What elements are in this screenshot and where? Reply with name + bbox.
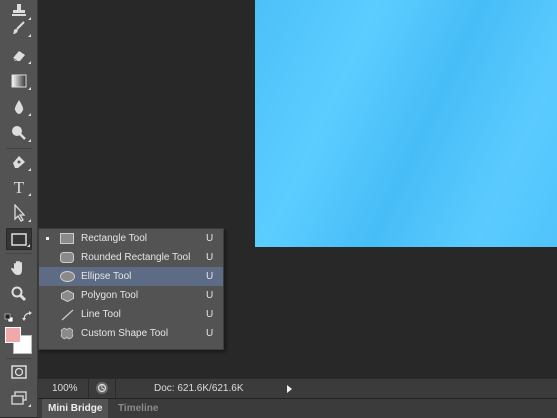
rectangle-shape-icon <box>59 231 75 246</box>
custom-shape-icon <box>59 326 75 341</box>
rounded-rectangle-icon <box>59 250 75 265</box>
status-bar: 100% Doc: 621.6K/621.6K <box>38 378 557 398</box>
dodge-icon <box>12 126 26 140</box>
status-info-icon[interactable] <box>96 382 108 394</box>
eraser-tool[interactable] <box>6 44 32 66</box>
menu-item-line-tool[interactable]: Line Tool U <box>39 305 223 324</box>
gradient-icon <box>11 74 27 88</box>
status-menu-arrow-icon[interactable] <box>282 381 296 396</box>
tab-mini-bridge[interactable]: Mini Bridge <box>42 399 109 418</box>
zoom-tool[interactable] <box>6 283 32 305</box>
shape-tools-flyout-menu: Rectangle Tool U Rounded Rectangle Tool … <box>38 228 224 350</box>
rectangle-icon <box>11 232 27 246</box>
tools-panel: T <box>0 0 38 417</box>
default-colors-icon[interactable] <box>4 310 14 323</box>
pen-icon <box>13 156 25 168</box>
screen-mode-button[interactable] <box>6 387 32 409</box>
arrow-icon <box>14 204 26 222</box>
menu-item-label: Custom Shape Tool <box>81 328 169 339</box>
history-brush-tool[interactable] <box>6 17 32 39</box>
zoom-level[interactable]: 100% <box>52 383 78 394</box>
menu-item-ellipse-tool[interactable]: Ellipse Tool U <box>39 267 223 286</box>
menu-item-label: Rectangle Tool <box>81 233 147 244</box>
menu-item-shortcut: U <box>206 252 214 263</box>
menu-item-rounded-rectangle-tool[interactable]: Rounded Rectangle Tool U <box>39 248 223 267</box>
pen-tool[interactable] <box>6 151 32 173</box>
menu-item-label: Line Tool <box>81 309 121 320</box>
menu-item-shortcut: U <box>206 233 214 244</box>
menu-item-shortcut: U <box>206 309 214 320</box>
menu-item-label: Ellipse Tool <box>81 271 132 282</box>
menu-item-label: Polygon Tool <box>81 290 139 301</box>
menu-item-label: Rounded Rectangle Tool <box>81 252 191 263</box>
rectangle-tool[interactable] <box>6 228 32 250</box>
quick-mask-button[interactable] <box>6 361 32 383</box>
path-selection-tool[interactable] <box>6 202 32 224</box>
polygon-icon <box>59 288 75 303</box>
magnifier-icon <box>11 286 27 302</box>
menu-item-custom-shape-tool[interactable]: Custom Shape Tool U <box>39 324 223 343</box>
menu-item-polygon-tool[interactable]: Polygon Tool U <box>39 286 223 305</box>
screen-mode-icon <box>11 391 27 405</box>
menu-item-rectangle-tool[interactable]: Rectangle Tool U <box>39 229 223 248</box>
eraser-icon <box>12 51 25 62</box>
line-icon <box>59 307 75 322</box>
gradient-tool[interactable] <box>6 70 32 92</box>
foreground-color-swatch[interactable] <box>5 327 21 343</box>
document-size-info: Doc: 621.6K/621.6K <box>154 383 244 394</box>
hand-icon <box>11 261 22 275</box>
menu-item-shortcut: U <box>206 328 214 339</box>
menu-item-shortcut: U <box>206 271 214 282</box>
hand-tool[interactable] <box>6 257 32 279</box>
ellipse-icon <box>59 269 75 284</box>
tab-timeline[interactable]: Timeline <box>112 399 164 418</box>
document-canvas[interactable] <box>255 0 557 247</box>
quick-mask-icon <box>11 365 27 379</box>
type-icon: T <box>13 177 25 197</box>
blur-tool[interactable] <box>6 96 32 118</box>
bottom-panel-tabs: Mini Bridge Timeline <box>38 398 557 418</box>
dodge-tool[interactable] <box>6 122 32 144</box>
menu-item-shortcut: U <box>206 290 214 301</box>
history-brush-icon <box>13 21 25 34</box>
selected-indicator <box>46 237 49 240</box>
drop-icon <box>14 100 24 114</box>
swap-colors-icon[interactable] <box>22 309 33 321</box>
stamp-icon <box>12 4 26 16</box>
type-tool[interactable]: T <box>6 176 32 198</box>
